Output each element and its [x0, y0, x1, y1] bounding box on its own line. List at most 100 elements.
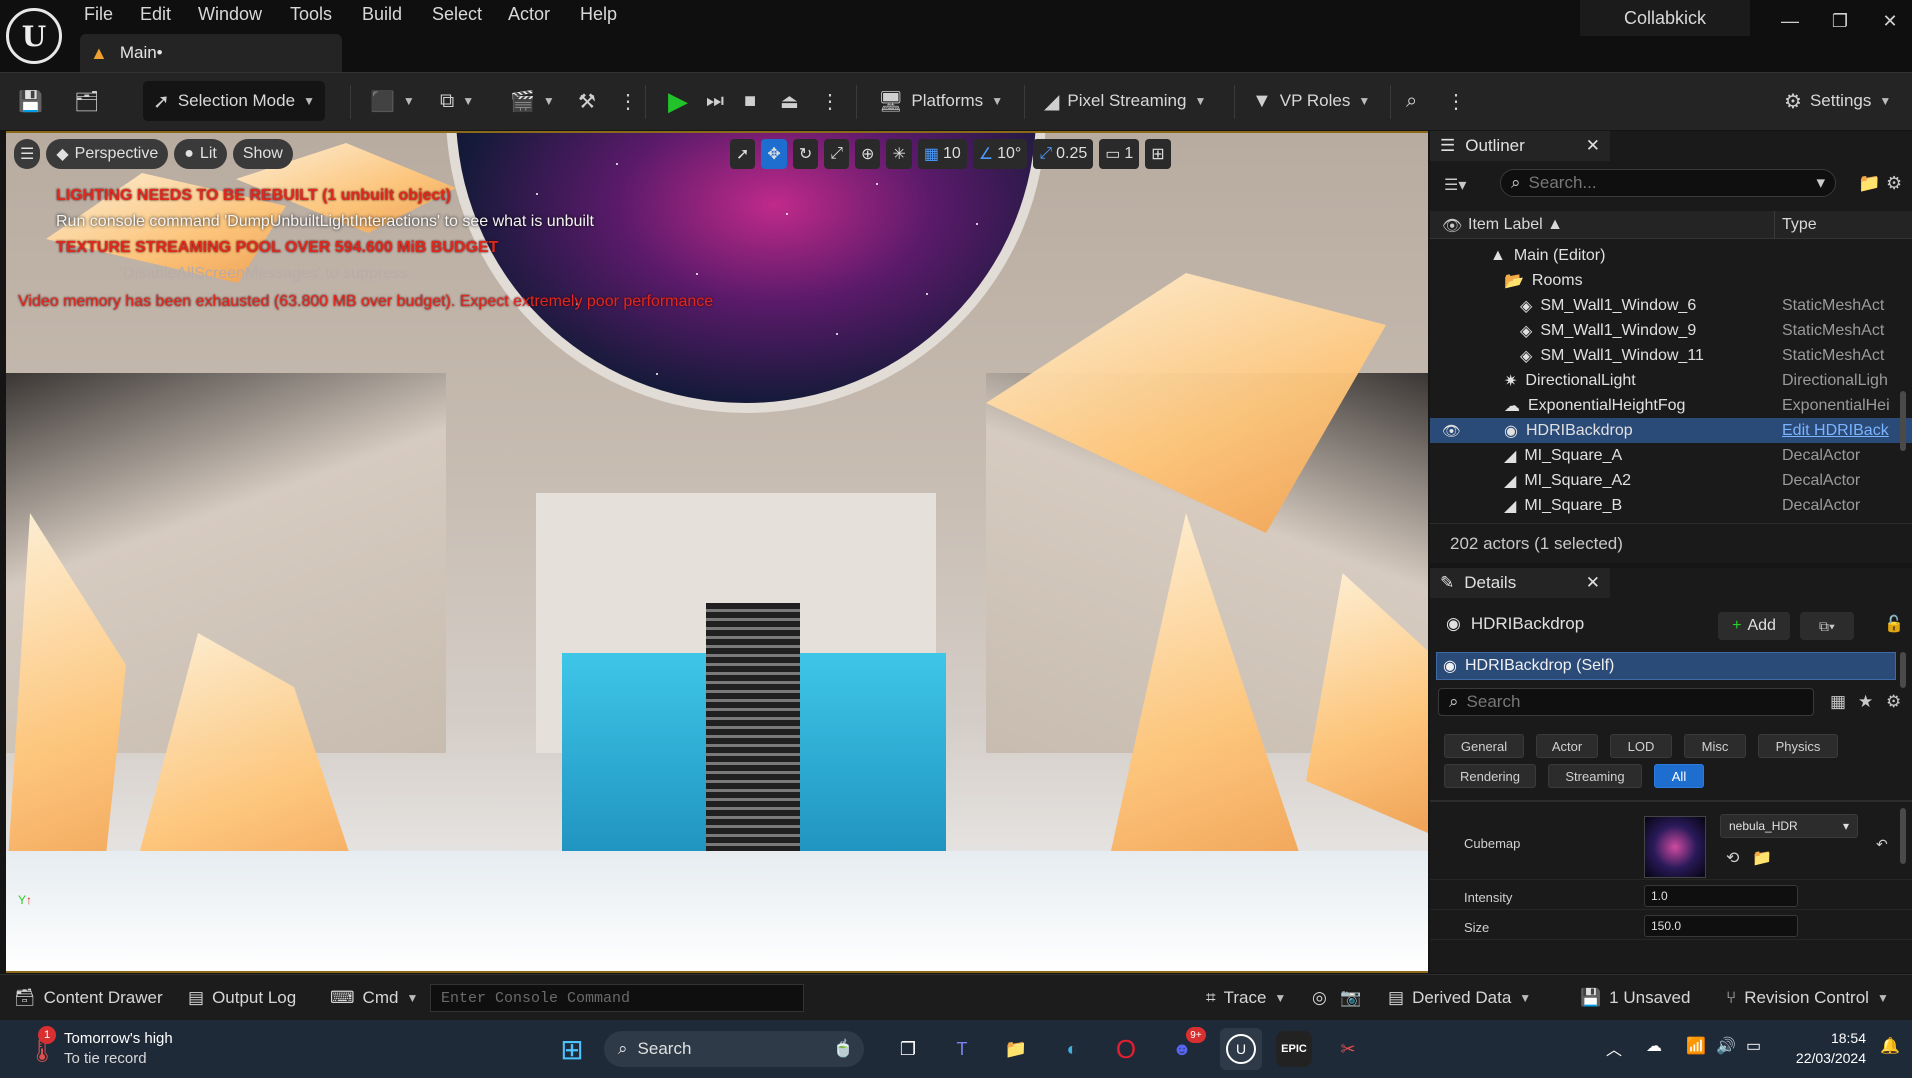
- visibility-eye-icon[interactable]: 👁: [1442, 422, 1461, 440]
- blueprint-button[interactable]: ⧉ ▼: [440, 81, 474, 121]
- restore-icon[interactable]: ❐: [1820, 6, 1860, 36]
- minimize-icon[interactable]: —: [1770, 6, 1810, 36]
- outliner-row[interactable]: ◢ MI_Square_A DecalActor: [1430, 443, 1912, 468]
- filter-streaming[interactable]: Streaming: [1548, 764, 1642, 788]
- size-field[interactable]: 150.0: [1644, 915, 1798, 937]
- star-icon[interactable]: ★: [1858, 692, 1873, 712]
- file-explorer-app[interactable]: 📁: [998, 1031, 1034, 1067]
- lit-button[interactable]: ● Lit: [174, 139, 227, 169]
- revision-control-button[interactable]: ⑂ Revision Control ▼: [1726, 985, 1889, 1011]
- show-button[interactable]: Show: [232, 139, 293, 169]
- coordinate-space-button[interactable]: ⊕: [855, 139, 881, 169]
- menu-actor[interactable]: Actor: [508, 4, 550, 26]
- unreal-logo-icon[interactable]: U: [6, 8, 62, 64]
- table-view-icon[interactable]: ▦: [1830, 692, 1846, 712]
- camera-speed-button[interactable]: ▭ 1: [1099, 139, 1140, 169]
- outliner-row[interactable]: ▲ Main (Editor): [1430, 243, 1912, 268]
- filter-general[interactable]: General: [1444, 734, 1524, 758]
- play-button[interactable]: ▶: [668, 81, 688, 121]
- filter-lod[interactable]: LOD: [1610, 734, 1672, 758]
- vp-roles-button[interactable]: ▼ VP Roles ▼: [1252, 81, 1370, 121]
- screenshot-icon[interactable]: 📷: [1340, 985, 1361, 1011]
- derived-data-button[interactable]: ▤ Derived Data ▼: [1388, 985, 1531, 1011]
- menu-tools[interactable]: Tools: [290, 4, 332, 26]
- level-viewport[interactable]: ☰ ◆ Perspective ● Lit Show ➚ ✥ ↻ ⤢ ⊕ ✳ ▦…: [6, 131, 1428, 973]
- outliner-row[interactable]: ✷ DirectionalLight DirectionalLigh: [1430, 368, 1912, 393]
- menu-build[interactable]: Build: [362, 4, 402, 26]
- filter-physics[interactable]: Physics: [1758, 734, 1838, 758]
- outliner-row[interactable]: ☁ ExponentialHeightFog ExponentialHei: [1430, 393, 1912, 418]
- column-item-label[interactable]: Item Label ▲: [1468, 216, 1563, 234]
- menu-file[interactable]: File: [84, 4, 113, 26]
- intensity-field[interactable]: 1.0: [1644, 885, 1798, 907]
- outliner-row[interactable]: ◢ MI_Square_B DecalActor: [1430, 493, 1912, 518]
- teams-app[interactable]: T: [944, 1031, 980, 1067]
- cmd-dropdown[interactable]: ⌨ Cmd ▼: [330, 985, 418, 1011]
- blueprint-options-button[interactable]: ⧉▾: [1800, 612, 1854, 640]
- outliner-row[interactable]: ◈ SM_Wall1_Window_9 StaticMeshAct: [1430, 318, 1912, 343]
- onedrive-icon[interactable]: ☁: [1646, 1036, 1662, 1056]
- modes-button[interactable]: ⚒: [578, 81, 596, 121]
- scale-snap-button[interactable]: ⤢ 0.25: [1033, 139, 1094, 169]
- reset-to-default-icon[interactable]: ↶: [1876, 836, 1888, 853]
- start-button[interactable]: ⊞: [554, 1031, 590, 1067]
- outliner-row[interactable]: 📂 Rooms: [1430, 268, 1912, 293]
- edge-app[interactable]: ◐: [1054, 1031, 1090, 1067]
- more-play-options-icon[interactable]: ⋮: [820, 81, 840, 121]
- scale-tool-button[interactable]: ⤢: [824, 139, 850, 169]
- components-scrollbar[interactable]: [1900, 652, 1906, 688]
- step-button[interactable]: ⏭: [706, 81, 724, 121]
- viewport-layout-button[interactable]: ⊞: [1145, 139, 1171, 169]
- add-actor-button[interactable]: ⬛ ▼: [370, 81, 415, 121]
- filter-all[interactable]: All: [1654, 764, 1704, 788]
- new-folder-icon[interactable]: 📁: [1858, 173, 1880, 194]
- snipping-tool-app[interactable]: ✂: [1330, 1031, 1366, 1067]
- outliner-search-input[interactable]: ⌕ Search... ▾: [1500, 169, 1836, 197]
- more-options-icon[interactable]: ⋮: [618, 81, 638, 121]
- cubemap-thumbnail[interactable]: [1644, 816, 1706, 878]
- outliner-scrollbar[interactable]: [1900, 391, 1906, 451]
- edit-blueprint-link[interactable]: Edit HDRIBack: [1782, 422, 1900, 440]
- outliner-row-selected[interactable]: 👁 ◉ HDRIBackdrop Edit HDRIBack: [1430, 418, 1912, 443]
- tab-main-level[interactable]: ▲ Main•: [80, 34, 342, 72]
- notifications-bell-icon[interactable]: 🔔: [1880, 1036, 1900, 1056]
- trace-button[interactable]: ⌗ Trace ▼: [1206, 985, 1286, 1011]
- lock-icon[interactable]: 🔓: [1884, 614, 1904, 634]
- save-icon[interactable]: 💾: [18, 81, 43, 121]
- gear-icon[interactable]: ⚙: [1886, 692, 1901, 712]
- recording-icon[interactable]: ◎: [1312, 985, 1327, 1011]
- close-window-icon[interactable]: ✕: [1870, 6, 1910, 36]
- filter-actor[interactable]: Actor: [1536, 734, 1598, 758]
- content-drawer-button[interactable]: 🗃 Content Drawer: [14, 985, 163, 1011]
- close-icon[interactable]: ✕: [1586, 136, 1600, 156]
- add-component-button[interactable]: + Add: [1718, 612, 1790, 640]
- perspective-button[interactable]: ◆ Perspective: [46, 139, 169, 169]
- filter-icon[interactable]: ☰▾: [1444, 175, 1466, 195]
- component-self-row[interactable]: ◉ HDRIBackdrop (Self): [1436, 652, 1896, 680]
- gear-icon[interactable]: ⚙: [1886, 173, 1902, 194]
- vr-headset-button[interactable]: ⌕: [1406, 81, 1417, 121]
- console-command-input[interactable]: Enter Console Command: [430, 984, 804, 1012]
- menu-help[interactable]: Help: [580, 4, 617, 26]
- use-selected-icon[interactable]: ⟲: [1726, 848, 1739, 868]
- taskbar-search[interactable]: ⌕ Search 🍵: [604, 1031, 864, 1067]
- menu-edit[interactable]: Edit: [140, 4, 171, 26]
- outliner-row[interactable]: ◈ SM_Wall1_Window_11 StaticMeshAct: [1430, 343, 1912, 368]
- pixel-streaming-button[interactable]: ◢ Pixel Streaming ▼: [1044, 81, 1206, 121]
- rotation-snap-button[interactable]: ∠ 10°: [972, 139, 1028, 169]
- close-icon[interactable]: ✕: [1586, 573, 1600, 593]
- filter-rendering[interactable]: Rendering: [1444, 764, 1536, 788]
- outliner-row[interactable]: ◈ SM_Wall1_Window_6 StaticMeshAct: [1430, 293, 1912, 318]
- opera-app[interactable]: O: [1108, 1031, 1144, 1067]
- weather-widget[interactable]: 🌡 1: [24, 1026, 60, 1068]
- select-tool-button[interactable]: ➚: [730, 139, 756, 169]
- rotate-tool-button[interactable]: ↻: [792, 139, 819, 169]
- stop-button[interactable]: ■: [744, 81, 756, 121]
- tab-outliner[interactable]: ☰ Outliner ✕: [1430, 131, 1610, 161]
- content-browse-icon[interactable]: 🗂: [74, 81, 99, 121]
- clock-time[interactable]: 18:54: [1800, 1030, 1866, 1046]
- platforms-button[interactable]: 🖥 Platforms ▼: [878, 81, 1003, 121]
- menu-window[interactable]: Window: [198, 4, 262, 26]
- viewport-menu-button[interactable]: ☰: [14, 139, 41, 169]
- menu-select[interactable]: Select: [432, 4, 482, 26]
